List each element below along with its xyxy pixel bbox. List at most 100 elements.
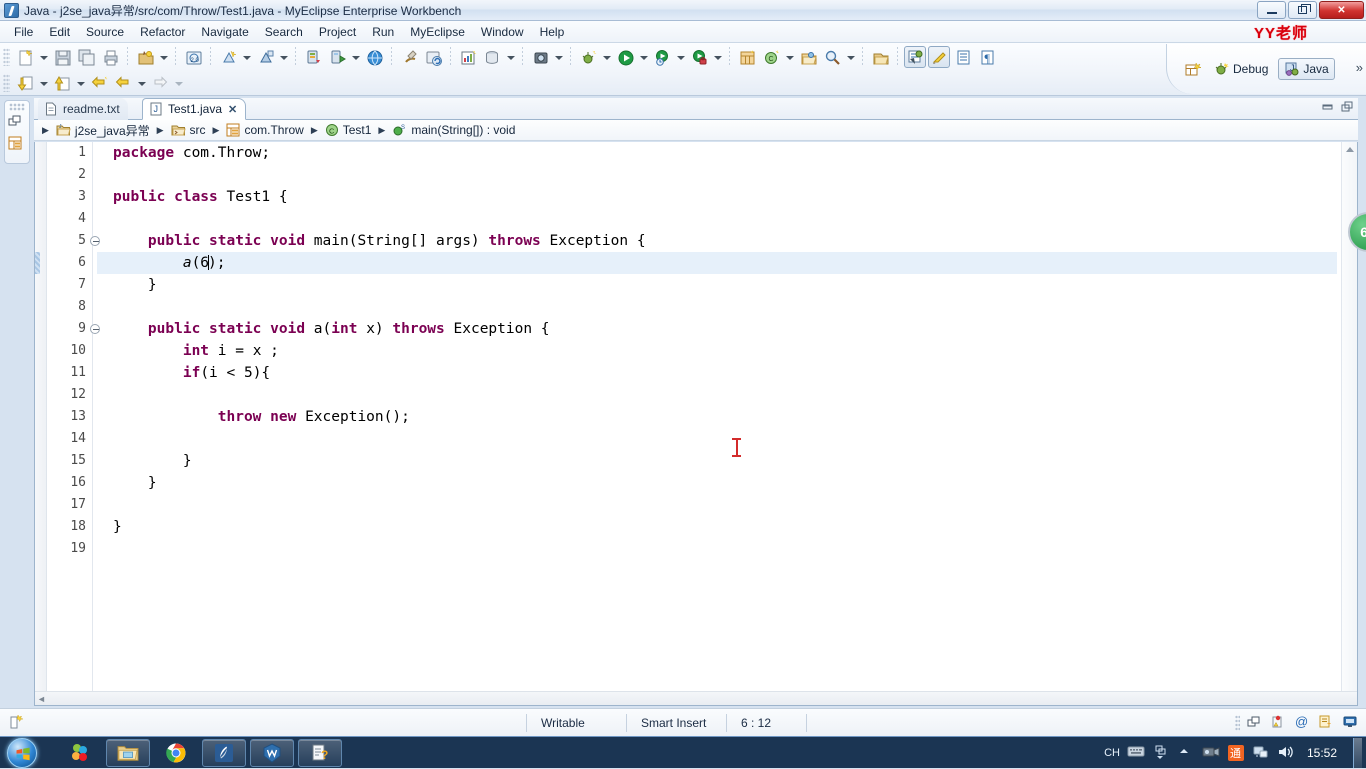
menu-item-edit[interactable]: Edit xyxy=(41,23,78,41)
run-server-icon[interactable] xyxy=(326,46,348,68)
breadcrumb-item-1[interactable]: src xyxy=(169,123,208,137)
chevron-down-icon[interactable] xyxy=(784,46,795,68)
ime-indicator[interactable]: CH xyxy=(1104,747,1120,759)
report-icon[interactable] xyxy=(457,46,479,68)
code-line[interactable] xyxy=(97,164,1337,186)
web-browser-2-icon[interactable]: 2.0 xyxy=(182,46,204,68)
view-stack-grip[interactable] xyxy=(9,103,25,111)
breadcrumb-item-3[interactable]: C Test1 xyxy=(323,123,374,137)
taskbar-item-explorer[interactable] xyxy=(106,738,150,767)
chevron-down-icon[interactable] xyxy=(350,46,361,68)
chevron-down-icon[interactable] xyxy=(136,72,147,94)
toolbar-grip[interactable] xyxy=(3,74,10,92)
restore-view-icon[interactable] xyxy=(7,113,27,133)
restore-view-icon[interactable] xyxy=(1246,714,1264,732)
start-button[interactable] xyxy=(2,737,56,768)
scroll-left-icon[interactable]: ◄ xyxy=(37,694,46,704)
code-editor[interactable]: 1 2 3 4 5 6 7 8 9 10 11 12 13 14 15 16 17 18 19 package co… xyxy=(34,142,1358,706)
back-icon[interactable] xyxy=(112,72,134,94)
menu-item-refactor[interactable]: Refactor xyxy=(132,23,193,41)
chevron-down-icon[interactable] xyxy=(75,72,86,94)
breadcrumb-item-4[interactable]: Smain(String[]) : void xyxy=(390,123,517,137)
show-hidden-icons-icon[interactable] xyxy=(1152,744,1170,762)
quick-access-icon[interactable] xyxy=(1318,714,1336,732)
editor-tab-test1-java[interactable]: J Test1.java ✕ xyxy=(142,98,247,120)
menu-item-myeclipse[interactable]: MyEclipse xyxy=(402,23,473,41)
chevron-down-icon[interactable] xyxy=(38,72,49,94)
breadcrumb-item-0[interactable]: Jj2se_java异常 xyxy=(54,122,152,139)
at-mention-icon[interactable]: @ xyxy=(1294,714,1312,732)
perspective-debug[interactable]: Debug xyxy=(1208,58,1274,80)
horizontal-scrollbar[interactable]: ◄ xyxy=(35,691,1357,705)
package-explorer-icon[interactable] xyxy=(7,135,27,155)
taskbar-item-wps[interactable] xyxy=(250,738,294,767)
camera-icon[interactable] xyxy=(529,46,551,68)
toggle-highlight-icon[interactable] xyxy=(928,46,950,68)
chevron-down-icon[interactable] xyxy=(553,46,564,68)
code-line[interactable]: public static void main(String[] args) t… xyxy=(97,230,1337,252)
db-browser-icon[interactable] xyxy=(481,46,503,68)
last-edit-location-icon[interactable] xyxy=(88,72,110,94)
code-line[interactable]: public static void a(int x) throws Excep… xyxy=(97,318,1337,340)
code-line[interactable] xyxy=(97,384,1337,406)
show-desktop-button[interactable] xyxy=(1353,738,1362,768)
volume-icon[interactable] xyxy=(1277,744,1295,762)
close-tab-icon[interactable]: ✕ xyxy=(228,103,237,116)
previous-annotation-icon[interactable] xyxy=(51,72,73,94)
open-perspective-icon[interactable] xyxy=(1181,58,1203,80)
show-whitespace-icon[interactable] xyxy=(952,46,974,68)
keyboard-icon[interactable] xyxy=(1127,744,1145,762)
menu-item-help[interactable]: Help xyxy=(532,23,573,41)
code-line[interactable]: } xyxy=(97,274,1337,296)
forward-icon[interactable] xyxy=(149,72,171,94)
editor-tab-readme-txt[interactable]: readme.txt xyxy=(38,98,128,120)
code-line[interactable]: } xyxy=(97,516,1337,538)
next-annotation-icon[interactable] xyxy=(14,72,36,94)
menu-item-search[interactable]: Search xyxy=(257,23,311,41)
menu-item-run[interactable]: Run xyxy=(364,23,402,41)
menu-item-source[interactable]: Source xyxy=(78,23,132,41)
taskbar-item-colorbubbles[interactable] xyxy=(58,739,102,767)
annotation-ruler[interactable] xyxy=(35,142,47,691)
taskbar-item-helpdoc[interactable]: ? xyxy=(298,738,342,767)
code-line[interactable]: package com.Throw; xyxy=(97,142,1337,164)
new-wizard-icon[interactable] xyxy=(14,46,36,68)
network-icon[interactable] xyxy=(1252,744,1270,762)
code-line[interactable]: throw new Exception(); xyxy=(97,406,1337,428)
code-line[interactable] xyxy=(97,296,1337,318)
show-pilcrow-icon[interactable]: ¶ xyxy=(976,46,998,68)
monitor-icon[interactable] xyxy=(1342,714,1360,732)
code-line[interactable]: a(6); xyxy=(97,252,1337,274)
run-icon[interactable] xyxy=(614,46,636,68)
sogou-ime-icon[interactable]: 通 xyxy=(1227,744,1245,762)
chevron-down-icon[interactable] xyxy=(675,46,686,68)
maximize-button[interactable] xyxy=(1288,1,1317,19)
code-line[interactable] xyxy=(97,538,1337,560)
maximize-editor-icon[interactable] xyxy=(1340,100,1354,114)
perspective-overflow-icon[interactable]: » xyxy=(1356,60,1363,75)
chevron-down-icon[interactable] xyxy=(158,46,169,68)
chevron-down-icon[interactable] xyxy=(601,46,612,68)
perspective-java[interactable]: J Java xyxy=(1278,58,1335,80)
code-line[interactable] xyxy=(97,494,1337,516)
menu-item-window[interactable]: Window xyxy=(473,23,532,41)
code-text[interactable]: package com.Throw; public class Test1 { p… xyxy=(97,142,1337,691)
save-icon[interactable] xyxy=(51,46,73,68)
menu-item-project[interactable]: Project xyxy=(311,23,364,41)
close-button[interactable]: ✕ xyxy=(1319,1,1364,19)
external-tools-icon[interactable] xyxy=(688,46,710,68)
chevron-down-icon[interactable] xyxy=(241,46,252,68)
minimize-button[interactable] xyxy=(1257,1,1286,19)
run-history-icon[interactable] xyxy=(651,46,673,68)
taskbar-item-chrome[interactable] xyxy=(154,739,198,767)
new-java-project-icon[interactable] xyxy=(736,46,758,68)
open-task-icon[interactable] xyxy=(869,46,891,68)
code-line[interactable]: int i = x ; xyxy=(97,340,1337,362)
scroll-up-icon[interactable] xyxy=(1346,147,1354,152)
server-icon[interactable] xyxy=(302,46,324,68)
chevron-down-icon[interactable] xyxy=(38,46,49,68)
code-line[interactable]: } xyxy=(97,472,1337,494)
menu-item-file[interactable]: File xyxy=(6,23,41,41)
code-line[interactable] xyxy=(97,208,1337,230)
print-icon[interactable] xyxy=(99,46,121,68)
